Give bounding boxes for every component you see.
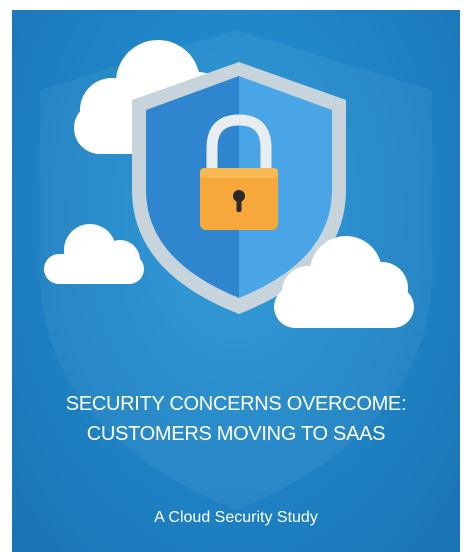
- cover-title-line-1: SECURITY CONCERNS OVERCOME:: [65, 393, 407, 415]
- cover-illustration: [40, 30, 432, 510]
- cover-title: SECURITY CONCERNS OVERCOME: CUSTOMERS MO…: [12, 389, 460, 449]
- cover-subtitle: A Cloud Security Study: [154, 509, 318, 526]
- report-cover: SECURITY CONCERNS OVERCOME: CUSTOMERS MO…: [12, 10, 460, 552]
- cover-title-line-2: CUSTOMERS MOVING TO SAAS: [86, 423, 386, 445]
